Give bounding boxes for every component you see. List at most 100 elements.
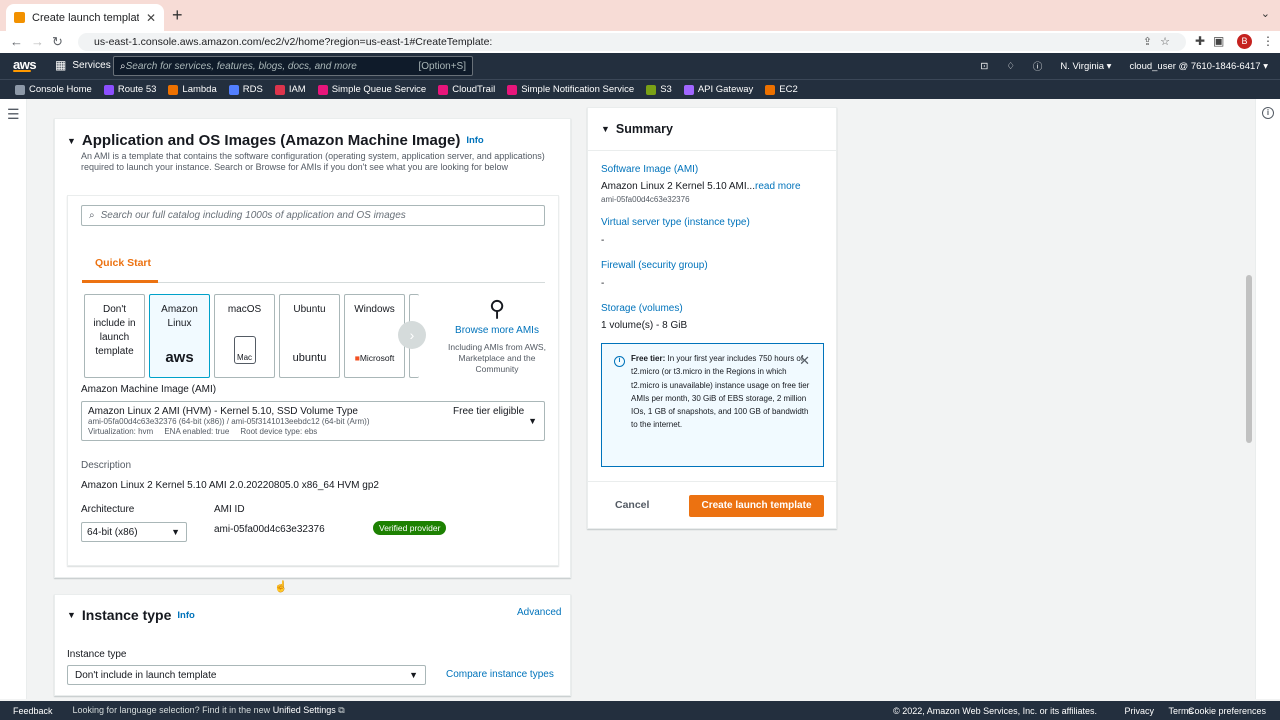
service-icon [168,84,179,95]
tab-bar: Quick Start [82,246,545,283]
favorite-lambda[interactable]: Lambda [168,84,217,95]
back-icon[interactable]: ← [10,34,23,49]
menu-icon[interactable]: ☰ [7,106,20,123]
free-tier-text: In your first year includes 750 hours of… [631,354,810,430]
favorite-iam[interactable]: IAM [274,84,306,95]
software-image-link[interactable]: Software Image (AMI) [601,164,698,175]
favorite-label: RDS [242,84,263,95]
forward-icon[interactable]: → [31,34,44,49]
create-launch-template-button[interactable]: Create launch template [689,495,824,517]
architecture-label: Architecture [81,504,135,515]
search-icon: ⌕ [89,210,95,221]
favicon-icon [14,12,25,23]
extensions-icon[interactable]: ✚▣ [1195,34,1232,48]
server-type-link[interactable]: Virtual server type (instance type) [601,217,750,228]
browser-tab-bar: Create launch template | EC2 M ✕ + ⌄ [0,0,1280,31]
os-card-dont-include[interactable]: Don't include in launch template [84,294,145,378]
new-tab-icon[interactable]: + [172,5,183,26]
favorite-label: Route 53 [117,84,157,95]
service-icon [438,84,449,95]
favorite-simple-queue-service[interactable]: Simple Queue Service [317,84,426,95]
scroll-right-button[interactable]: › [398,321,426,349]
cancel-button[interactable]: Cancel [615,499,649,511]
close-tab-icon[interactable]: ✕ [146,11,156,25]
favorite-cloudtrail[interactable]: CloudTrail [438,84,495,95]
region-selector[interactable]: N. Virginia ▾ [1060,61,1111,72]
tab-menu-icon[interactable]: ⌄ [1261,7,1270,20]
read-more-link[interactable]: read more [755,181,801,192]
close-icon[interactable]: ✕ [799,354,810,368]
compare-instance-types-link[interactable]: Compare instance types [446,669,554,680]
software-image-id: ami-05fa00d4c63e32376 [601,195,690,204]
firewall-link[interactable]: Firewall (security group) [601,260,708,271]
os-card-macos[interactable]: macOS Mac [214,294,275,378]
feedback-link[interactable]: Feedback [13,706,53,716]
notifications-icon[interactable]: ♢ [1006,61,1015,72]
profile-avatar[interactable]: B [1237,34,1252,49]
share-star-icons[interactable]: ⇪☆ [1143,35,1178,48]
aws-header: aws ▦ Services ⌕ Search for services, fe… [0,53,1280,79]
aws-logo-icon: aws [165,349,194,366]
services-label: Services [72,59,111,71]
section-title: Application and OS Images (Amazon Machin… [81,132,461,149]
left-navigation-strip: ☰ [0,99,27,699]
reload-icon[interactable]: ↻ [52,34,63,50]
tab-quick-start[interactable]: Quick Start [95,257,151,269]
favorite-s3[interactable]: S3 [646,84,672,95]
catalog-search-input[interactable]: ⌕ Search our full catalog including 1000… [81,205,545,226]
instance-type-select[interactable]: Don't include in launch template ▼ [67,665,426,685]
service-icon [274,84,285,95]
verified-provider-badge: Verified provider [373,521,447,535]
service-icon [317,84,328,95]
ami-select[interactable]: Amazon Linux 2 AMI (HVM) - Kernel 5.10, … [81,401,545,441]
os-card-amazon-linux[interactable]: Amazon Linux aws [149,294,210,378]
favorite-api-gateway[interactable]: API Gateway [683,84,753,95]
collapse-icon[interactable]: ▼ [67,610,76,620]
info-panel-icon[interactable]: i [1262,107,1274,119]
privacy-link[interactable]: Privacy [1124,706,1154,716]
page-scrollbar[interactable] [1246,275,1252,443]
copyright-text: © 2022, Amazon Web Services, Inc. or its… [893,705,1097,716]
help-icon[interactable]: ⓘ [1033,59,1043,73]
collapse-icon[interactable]: ▼ [601,124,610,134]
info-icon: i [614,356,625,367]
favorite-ec2[interactable]: EC2 [765,84,798,95]
favorite-rds[interactable]: RDS [228,84,263,95]
browse-more-link[interactable]: Browse more AMIs [438,325,556,336]
browser-tab[interactable]: Create launch template | EC2 M ✕ [6,4,164,31]
architecture-select[interactable]: 64-bit (x86) ▼ [81,522,187,542]
aws-search-input[interactable]: ⌕ Search for services, features, blogs, … [113,56,473,76]
chevron-down-icon: ▼ [528,416,537,426]
storage-link[interactable]: Storage (volumes) [601,303,683,314]
account-menu[interactable]: cloud_user @ 7610-1846-6417 ▾ [1129,61,1268,72]
favorite-console-home[interactable]: Console Home [15,84,92,95]
unified-settings-link[interactable]: Unified Settings [273,705,336,715]
server-type-value: - [601,235,605,246]
favorite-route-53[interactable]: Route 53 [103,84,157,95]
browse-more-amis[interactable]: ⚲ Browse more AMIs Including AMIs from A… [438,296,556,375]
service-icon [228,84,239,95]
info-link[interactable]: Info [177,610,194,621]
summary-title: Summary [615,122,673,136]
os-card-windows[interactable]: Windows ■Microsoft [344,294,405,378]
browser-menu-icon[interactable]: ⋮ [1262,34,1274,48]
info-link[interactable]: Info [466,135,483,146]
free-tier-badge: Free tier eligible [453,406,525,417]
aws-logo[interactable]: aws [13,57,37,72]
os-card-ubuntu[interactable]: Ubuntu ubuntu [279,294,340,378]
services-button[interactable]: ▦ Services [55,58,111,72]
grid-icon: ▦ [55,58,67,72]
search-shortcut: [Option+S] [418,61,466,72]
cookie-preferences-link[interactable]: Cookie preferences [1188,706,1266,716]
section-title: Instance type [81,607,172,623]
favorite-simple-notification-service[interactable]: Simple Notification Service [507,84,634,95]
instance-type-panel: ▼ Instance type Info Advanced Instance t… [54,594,571,696]
chevron-down-icon: ▼ [171,527,180,537]
browse-more-subtext: Including AMIs from AWS, Marketplace and… [448,342,546,374]
free-tier-alert: i ✕ Free tier: In your first year includ… [601,343,824,467]
cloudshell-icon[interactable]: ⊡ [980,61,988,72]
advanced-link[interactable]: Advanced [517,607,561,618]
ami-label: Amazon Machine Image (AMI) [81,384,217,395]
collapse-icon[interactable]: ▼ [67,136,76,146]
url-field[interactable]: us-east-1.console.aws.amazon.com/ec2/v2/… [78,33,1186,51]
